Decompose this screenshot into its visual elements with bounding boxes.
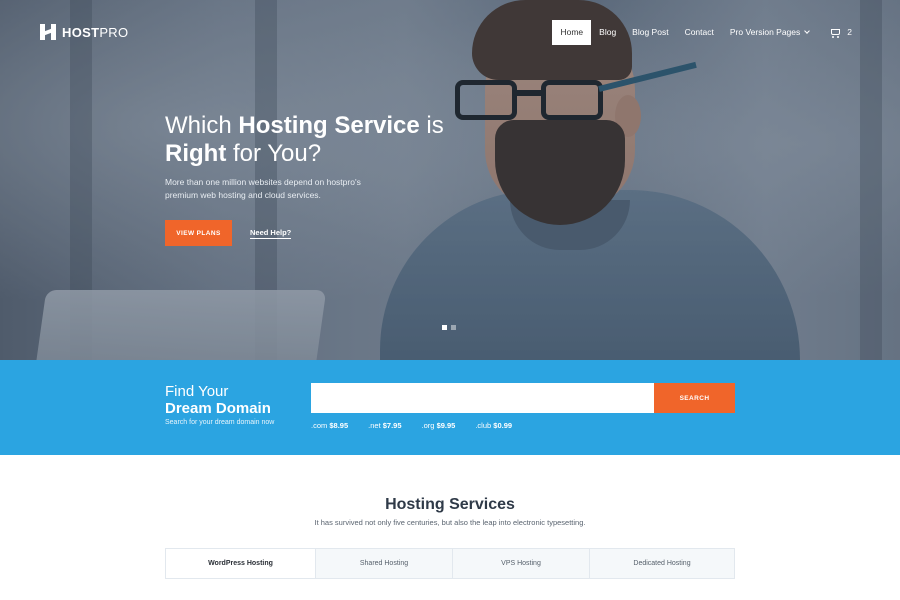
tab-wordpress-hosting[interactable]: WordPress Hosting: [166, 549, 315, 578]
view-plans-button[interactable]: VIEW PLANS: [165, 220, 232, 246]
nav-item-blog-post[interactable]: Blog Post: [624, 20, 676, 45]
tld-com: .com $8.95: [311, 421, 349, 430]
slider-dot-2[interactable]: [451, 325, 456, 330]
nav-item-home[interactable]: Home: [552, 20, 592, 45]
brand-logo[interactable]: HOSTPRO: [40, 24, 128, 40]
logo-text-bold: HOST: [62, 24, 100, 40]
domain-search-button[interactable]: SEARCH: [654, 383, 735, 413]
nav-item-blog[interactable]: Blog: [591, 20, 624, 45]
tld-price-list: .com $8.95 .net $7.95 .org $9.95 .club $…: [311, 421, 512, 430]
cart-count: 2: [847, 27, 852, 37]
nav-item-contact[interactable]: Contact: [677, 20, 722, 45]
tab-dedicated-hosting[interactable]: Dedicated Hosting: [589, 549, 734, 578]
cart-icon: [829, 28, 841, 38]
domain-search-input[interactable]: [311, 383, 654, 413]
main-nav: Home Blog Blog Post Contact Pro Version …: [552, 20, 860, 45]
tld-net: .net $7.95: [368, 421, 402, 430]
domain-caption: Search for your dream domain now: [165, 419, 275, 426]
cart-button[interactable]: 2: [817, 20, 860, 45]
chevron-down-icon: [804, 28, 811, 34]
hero-headline: Which Hosting Service is Right for You?: [165, 112, 444, 167]
site-header: HOSTPRO Home Blog Blog Post Contact Pro …: [0, 0, 900, 64]
logo-text-light: PRO: [99, 24, 129, 40]
hosting-tabs: WordPress Hosting Shared Hosting VPS Hos…: [165, 548, 735, 579]
hero-actions: VIEW PLANS Need Help?: [165, 220, 292, 246]
tab-shared-hosting[interactable]: Shared Hosting: [315, 549, 452, 578]
domain-heading: Find Your Dream Domain Search for your d…: [165, 383, 275, 426]
hero-content: Which Hosting Service is Right for You? …: [165, 112, 485, 202]
logo-icon: [40, 24, 56, 40]
services-title: Hosting Services: [385, 496, 515, 513]
slider-dot-1[interactable]: [442, 325, 447, 330]
tab-vps-hosting[interactable]: VPS Hosting: [452, 549, 589, 578]
services-subtitle: It has survived not only five centuries,…: [314, 518, 586, 527]
hero-subtext: More than one million websites depend on…: [165, 177, 361, 200]
slider-dots: [442, 325, 456, 330]
nav-item-pro-version-pages[interactable]: Pro Version Pages: [722, 20, 817, 45]
need-help-link[interactable]: Need Help?: [250, 228, 292, 239]
tld-org: .org $9.95: [421, 421, 456, 430]
tld-club: .club $0.99: [475, 421, 513, 430]
